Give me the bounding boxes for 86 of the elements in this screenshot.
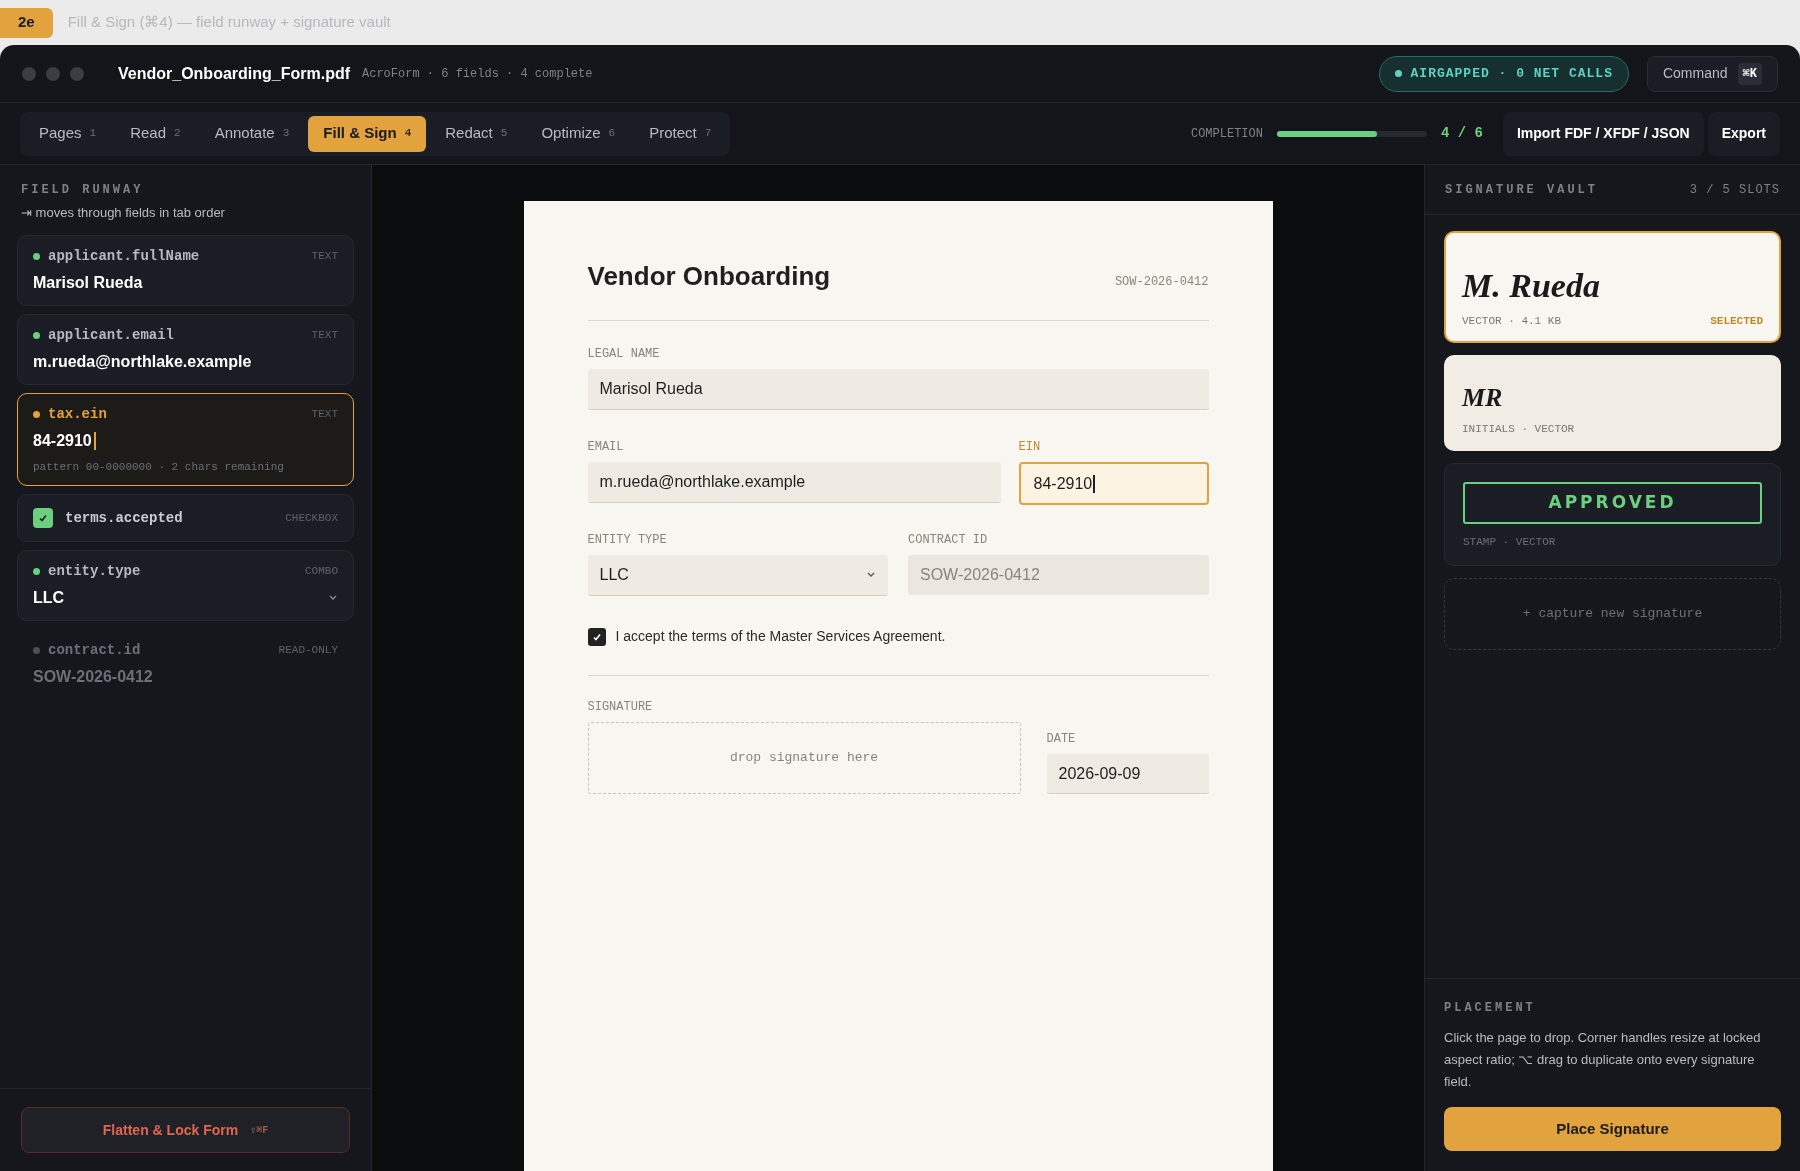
field-value: SOW-2026-0412	[33, 667, 153, 687]
field-card[interactable]: contract.id READ-ONLY SOW-2026-0412	[17, 629, 354, 700]
tab[interactable]: Annotate 3	[199, 115, 305, 152]
network-status: AIRGAPPED · 0 NET CALLS	[1378, 55, 1629, 92]
ein-field[interactable]: 84-2910	[1018, 462, 1209, 505]
field-value: m.rueda@northlake.example	[33, 351, 252, 372]
checkbox[interactable]	[587, 627, 606, 646]
field-label: EIN	[1018, 439, 1042, 456]
email-field[interactable]: m.rueda@northlake.example	[587, 462, 1001, 503]
field-type: TEXT	[311, 406, 338, 422]
field-label: ENTITY TYPE	[587, 532, 668, 549]
field-card[interactable]: applicant.email TEXT m.rueda@northlake.example	[17, 313, 354, 385]
field-type: COMBO	[305, 564, 338, 580]
check-icon	[38, 513, 48, 523]
document-title: Vendor Onboarding	[587, 260, 831, 293]
tab[interactable]: Read 2	[115, 115, 196, 152]
entity-type-select[interactable]: LLC	[587, 555, 888, 596]
panel-hint: ⇥ moves through fields in tab order	[20, 204, 226, 222]
field-label: SIGNATURE	[587, 699, 654, 716]
field-value: 84-2910	[33, 430, 92, 451]
vault-meta: VECTOR · 4.1 KB	[1462, 313, 1562, 329]
panel-title: SIGNATURE VAULT	[1445, 181, 1599, 199]
window-control[interactable]	[22, 66, 36, 81]
completion-count: 4 / 6	[1440, 124, 1483, 143]
field-type: READ-ONLY	[278, 643, 338, 659]
section-badge: 2e	[0, 7, 53, 38]
shortcut-key: ⌘K	[1737, 62, 1762, 85]
signature-preview: MR	[1462, 384, 1504, 411]
field-value: LLC	[33, 588, 65, 608]
field-card[interactable]: entity.type COMBO LLC	[17, 550, 354, 621]
panel-title: FIELD RUNWAY	[20, 182, 145, 199]
signature-preview: M. Rueda	[1462, 268, 1601, 303]
tab[interactable]: Protect 7	[634, 115, 727, 152]
date-field[interactable]: 2026-09-09	[1046, 754, 1209, 794]
vault-meta: INITIALS · VECTOR	[1462, 421, 1575, 437]
legal-name-field[interactable]: Marisol Rueda	[587, 369, 1209, 410]
panel-title: PLACEMENT	[1444, 1000, 1537, 1017]
tab[interactable]: Redact 5	[430, 115, 523, 152]
flatten-button[interactable]: Flatten & Lock Form ⇧⌘F	[21, 1107, 350, 1153]
field-card[interactable]: tax.ein TEXT 84-2910 pattern 00-0000000 · 2 chars remaining	[17, 392, 354, 486]
vault-card[interactable]: M. Rueda VECTOR · 4.1 KB SELECTED	[1444, 231, 1781, 343]
field-name: entity.type	[48, 562, 141, 581]
field-name: terms.accepted	[65, 508, 183, 528]
document-ref: SOW-2026-0412	[1114, 274, 1209, 291]
export-button[interactable]: Export	[1707, 111, 1780, 156]
selected-label: SELECTED	[1710, 313, 1763, 329]
field-card[interactable]: terms.accepted CHECKBOX	[17, 494, 354, 542]
signature-drop-zone[interactable]: drop signature here	[587, 722, 1021, 794]
field-type: CHECKBOX	[285, 510, 338, 526]
field-hint: pattern 00-0000000 · 2 chars remaining	[33, 459, 285, 475]
capture-signature-button[interactable]: + capture new signature	[1444, 577, 1781, 650]
tab[interactable]: Optimize 6	[526, 115, 631, 152]
file-name: Vendor_Onboarding_Form.pdf	[118, 63, 350, 84]
placement-instructions: Click the page to drop. Corner handles resize at locked aspect ratio; ⌥ drag to duplicate onto every signature field.	[1444, 1029, 1762, 1091]
field-card[interactable]: applicant.fullName TEXT Marisol Rueda	[17, 234, 354, 306]
field-name: applicant.email	[48, 325, 175, 345]
field-type: TEXT	[311, 327, 338, 343]
field-label: DATE	[1046, 731, 1077, 748]
chevron-down-icon	[328, 595, 338, 601]
field-label: CONTRACT ID	[908, 532, 989, 549]
terms-label: I accept the terms of the Master Services Agreement.	[615, 627, 946, 646]
import-button[interactable]: Import FDF / XFDF / JSON	[1503, 111, 1704, 156]
vault-card[interactable]: APPROVED STAMP · VECTOR	[1444, 463, 1781, 566]
check-icon	[591, 631, 602, 642]
checkbox[interactable]	[33, 508, 53, 528]
window-control[interactable]	[70, 66, 84, 81]
slot-count: 3 / 5 SLOTS	[1689, 181, 1780, 199]
field-name: tax.ein	[48, 404, 107, 424]
place-signature-button[interactable]: Place Signature	[1444, 1107, 1781, 1151]
text-cursor	[93, 431, 96, 450]
field-label: LEGAL NAME	[587, 346, 661, 363]
field-value: Marisol Rueda	[33, 272, 143, 293]
vault-card[interactable]: MR INITIALS · VECTOR	[1444, 355, 1781, 451]
field-type: TEXT	[311, 248, 338, 264]
tab[interactable]: Pages 1	[24, 115, 112, 152]
command-button[interactable]: Command ⌘K	[1646, 55, 1778, 92]
window-control[interactable]	[46, 66, 60, 81]
tab[interactable]: Fill & Sign 4	[308, 115, 427, 152]
chevron-down-icon	[866, 572, 876, 578]
vault-meta: STAMP · VECTOR	[1463, 535, 1557, 550]
field-name: contract.id	[48, 641, 141, 660]
file-meta: AcroForm · 6 fields · 4 complete	[362, 65, 593, 83]
completion-label: COMPLETION	[1190, 125, 1263, 143]
field-name: applicant.fullName	[48, 246, 200, 266]
field-label: EMAIL	[587, 439, 625, 456]
stamp-preview: APPROVED	[1463, 482, 1762, 524]
